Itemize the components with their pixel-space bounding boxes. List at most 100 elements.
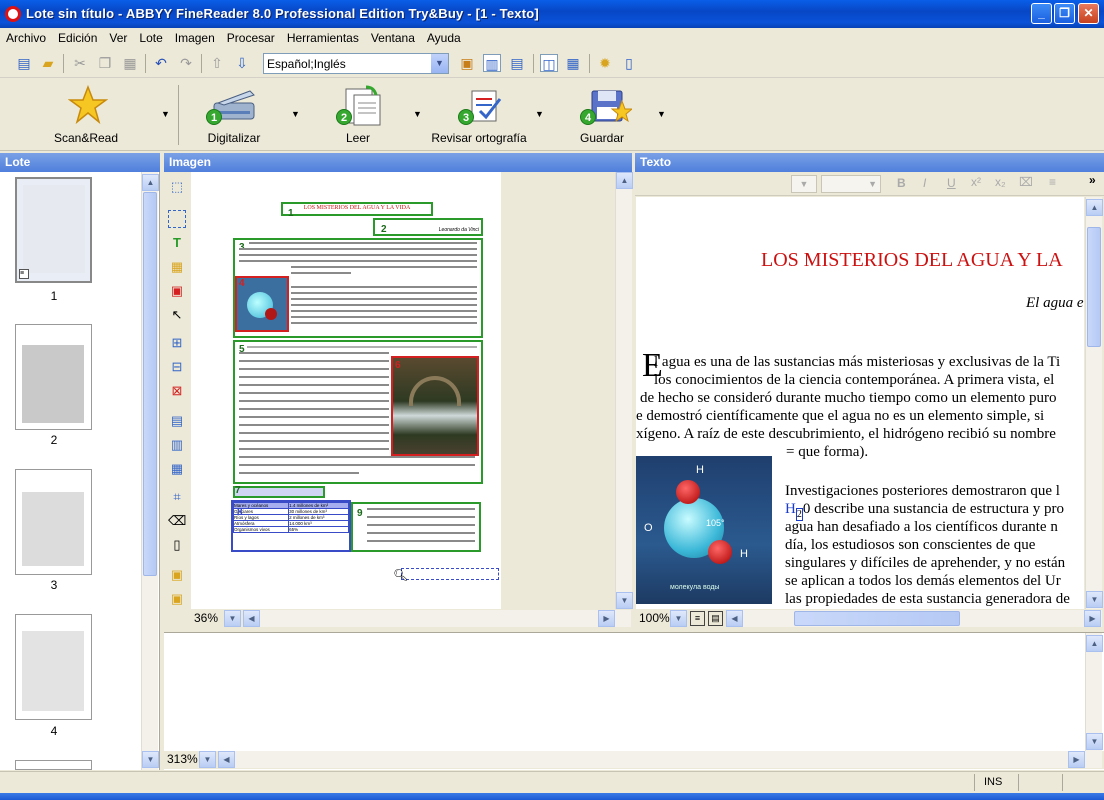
copy-icon[interactable]: ❐ xyxy=(96,54,114,72)
cut-area-icon[interactable]: ⊟ xyxy=(168,358,186,376)
zoom-window[interactable] xyxy=(164,632,1104,770)
picture-area-icon[interactable]: ▣ xyxy=(168,282,186,300)
bold-icon[interactable]: B xyxy=(897,176,906,190)
scan-and-read-dropdown[interactable]: ▼ xyxy=(158,79,172,151)
page-view-icon[interactable]: ▤ xyxy=(708,611,723,626)
scroll-right-button[interactable]: ▶ xyxy=(598,610,615,627)
add-column-icon[interactable]: ▥ xyxy=(168,436,186,454)
scroll-thumb[interactable] xyxy=(1087,227,1101,347)
select-area-icon[interactable] xyxy=(168,210,186,228)
subscript-icon[interactable]: x₂ xyxy=(995,175,1006,189)
scroll-up-button[interactable]: ▲ xyxy=(1086,635,1103,652)
view-split-icon[interactable]: ▥ xyxy=(483,54,501,72)
page-thumbnail[interactable] xyxy=(15,760,92,770)
view-text-icon[interactable]: ▤ xyxy=(508,54,526,72)
scroll-down-button[interactable]: ▼ xyxy=(616,592,633,609)
scroll-thumb[interactable] xyxy=(143,192,157,576)
scroll-down-button[interactable]: ▼ xyxy=(1086,591,1103,608)
add-row-icon[interactable]: ▤ xyxy=(168,412,186,430)
paste-icon[interactable]: ▦ xyxy=(121,54,139,72)
image-zoom-dropdown[interactable]: ▼ xyxy=(224,610,241,627)
scroll-up-button[interactable]: ▲ xyxy=(616,172,633,189)
text-block-title[interactable]: LOS MISTERIOS DEL AGUA Y LA VIDA xyxy=(281,202,433,216)
molecule-image[interactable]: H H O 105° молекула воды xyxy=(636,456,772,604)
revisar-dropdown[interactable]: ▼ xyxy=(532,79,546,151)
text-block-quote[interactable]: Leonardo da Vinci xyxy=(373,218,483,236)
read-area-icon[interactable]: ▣ xyxy=(168,590,186,608)
scroll-down-button[interactable]: ▼ xyxy=(1086,733,1103,750)
chevron-down-icon[interactable]: ▼ xyxy=(431,54,448,73)
analyze-layout-icon[interactable]: ▣ xyxy=(168,566,186,584)
add-area-icon[interactable]: ⊞ xyxy=(168,334,186,352)
scroll-up-button[interactable]: ▲ xyxy=(142,174,159,191)
previous-page-icon[interactable]: ⇧ xyxy=(208,54,226,72)
delete-area-icon[interactable]: ⊠ xyxy=(168,382,186,400)
italic-icon[interactable]: I xyxy=(923,176,926,190)
zoom-hscroll[interactable]: ◀ ▶ xyxy=(218,751,1102,768)
zoom-vscroll[interactable]: ▲ ▼ xyxy=(1085,633,1103,751)
text-zoom-value[interactable]: 100% xyxy=(639,611,670,625)
scroll-left-button[interactable]: ◀ xyxy=(726,610,743,627)
text-hscroll[interactable]: ◀ ▶ xyxy=(726,610,1102,627)
table-area-icon[interactable]: ▦ xyxy=(168,258,186,276)
scroll-down-button[interactable]: ▼ xyxy=(142,751,159,768)
eraser-icon[interactable]: ⌫ xyxy=(168,512,186,530)
zoom-area-icon[interactable]: ⬚ xyxy=(168,178,186,196)
app-icon[interactable] xyxy=(5,6,21,22)
menu-procesar[interactable]: Procesar xyxy=(221,28,281,45)
page-thumbnail[interactable] xyxy=(15,614,92,720)
lote-scrollbar[interactable]: ▲ ▼ xyxy=(141,172,159,770)
scroll-up-button[interactable]: ▲ xyxy=(1086,199,1103,216)
menu-archivo[interactable]: Archivo xyxy=(0,28,52,45)
scroll-right-button[interactable]: ▶ xyxy=(1068,751,1085,768)
font-size-dropdown[interactable]: ▼ xyxy=(821,175,881,193)
menu-herramientas[interactable]: Herramientas xyxy=(281,28,365,45)
page-thumbnail[interactable] xyxy=(15,324,92,430)
scan-and-read-button[interactable]: Scan&Read xyxy=(40,79,132,151)
toolbar-overflow-icon[interactable]: » xyxy=(1089,173,1096,187)
leer-button[interactable]: 2 Leer xyxy=(316,79,400,151)
menu-ver[interactable]: Ver xyxy=(103,28,133,45)
new-batch-icon[interactable]: ▤ xyxy=(15,54,33,72)
leer-dropdown[interactable]: ▼ xyxy=(410,79,424,151)
zoom-region-frame[interactable] xyxy=(401,568,499,580)
scroll-right-button[interactable]: ▶ xyxy=(1084,610,1101,627)
picture-block-waterfall[interactable] xyxy=(391,356,479,456)
text-view-icon[interactable]: ≡ xyxy=(690,611,705,626)
page-properties-icon[interactable]: ▯ xyxy=(168,536,186,554)
image-vscroll[interactable]: ▲ ▼ xyxy=(615,172,633,609)
table-view-icon[interactable]: ▦ xyxy=(564,54,582,72)
scanned-page-image[interactable]: LOS MISTERIOS DEL AGUA Y LA VIDA 1 Leona… xyxy=(191,172,501,609)
merge-cells-icon[interactable]: ▦ xyxy=(168,460,186,478)
help-book-icon[interactable]: ▯ xyxy=(620,54,638,72)
align-icon[interactable]: ≡ xyxy=(1049,175,1056,189)
scroll-left-button[interactable]: ◀ xyxy=(243,610,260,627)
open-folder-icon[interactable]: ▰ xyxy=(39,54,57,72)
cut-icon[interactable]: ✂ xyxy=(71,54,89,72)
scroll-thumb[interactable] xyxy=(794,611,960,626)
menu-ventana[interactable]: Ventana xyxy=(365,28,421,45)
revisar-ortografia-button[interactable]: 3 Revisar ortografía xyxy=(428,79,530,151)
menu-lote[interactable]: Lote xyxy=(133,28,168,45)
table-block[interactable]: Mares y océanos 1.4 millones de km³ Glaci… xyxy=(231,500,351,552)
menu-edicion[interactable]: Edición xyxy=(52,28,103,45)
image-zoom-value[interactable]: 36% xyxy=(194,611,218,625)
view-image-icon[interactable]: ▣ xyxy=(458,54,476,72)
digitalizar-button[interactable]: 1 Digitalizar xyxy=(192,79,276,151)
text-area-icon[interactable]: T xyxy=(168,234,186,252)
zoom-window-value[interactable]: 313% xyxy=(167,752,198,766)
image-hscroll[interactable]: ◀ ▶ xyxy=(243,610,631,627)
recognized-text-document[interactable]: LOS MISTERIOS DEL AGUA Y LA El agua e E … xyxy=(636,197,1084,609)
zoom-window-dropdown[interactable]: ▼ xyxy=(199,751,216,768)
page-thumbnail[interactable]: ≡ xyxy=(15,177,92,283)
underline-icon[interactable]: U xyxy=(947,176,956,190)
scroll-left-button[interactable]: ◀ xyxy=(218,751,235,768)
menu-ayuda[interactable]: Ayuda xyxy=(421,28,467,45)
minimize-button[interactable]: _ xyxy=(1031,3,1052,24)
crop-icon[interactable]: ⌗ xyxy=(168,488,186,506)
text-zoom-dropdown[interactable]: ▼ xyxy=(670,610,687,627)
guardar-dropdown[interactable]: ▼ xyxy=(654,79,668,151)
digitalizar-dropdown[interactable]: ▼ xyxy=(288,79,302,151)
two-pane-icon[interactable]: ◫ xyxy=(540,54,558,72)
superscript-icon[interactable]: x² xyxy=(971,175,981,189)
